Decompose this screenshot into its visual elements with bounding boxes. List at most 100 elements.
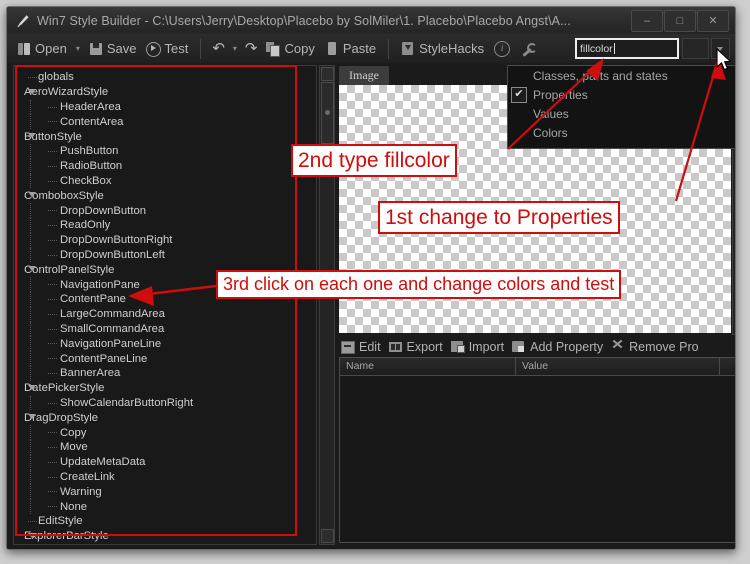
expander-triangle-icon[interactable]: [28, 88, 36, 94]
property-toolbar: Edit Export Import Add Property Remove P…: [337, 337, 735, 357]
scrollbar-thumb[interactable]: [321, 82, 334, 144]
minimize-button[interactable]: –: [631, 9, 663, 32]
tree-item-label: Copy: [60, 426, 87, 439]
tree-connector-line: [48, 284, 57, 286]
tree-item-radiobutton[interactable]: RadioButton: [24, 158, 302, 174]
tree-item-warning[interactable]: Warning: [24, 484, 302, 500]
tree-item-buttonstyle[interactable]: ButtonStyle: [24, 129, 302, 144]
tree-item-label: ShowCalendarButtonRight: [60, 396, 194, 409]
tree-item-headerbackground[interactable]: HeaderBackground: [24, 543, 302, 544]
tree-vertical-line: [30, 277, 31, 292]
export-icon: [388, 340, 403, 354]
search-area: fillcolor: [575, 34, 735, 63]
menu-item-values[interactable]: Values: [508, 104, 735, 123]
export-button[interactable]: Export: [385, 340, 447, 354]
tree-item-dragdropstyle[interactable]: DragDropStyle: [24, 410, 302, 425]
tree-item-editstyle[interactable]: EditStyle: [24, 514, 302, 529]
expander-triangle-icon[interactable]: [28, 133, 36, 139]
tree-item-datepickerstyle[interactable]: DatePickerStyle: [24, 381, 302, 396]
undo-button[interactable]: ↶: [208, 41, 229, 56]
menu-item-colors[interactable]: Colors: [508, 123, 735, 142]
remove-property-button[interactable]: Remove Pro: [607, 340, 702, 354]
tree-item-readonly[interactable]: ReadOnly: [24, 217, 302, 233]
view-options-menu[interactable]: Classes, parts and states ✔ Properties Valu…: [507, 65, 735, 149]
menu-item-properties[interactable]: ✔ Properties: [508, 85, 735, 104]
tree-item-largecommandarea[interactable]: LargeCommandArea: [24, 306, 302, 322]
tree-item-pushbutton[interactable]: PushButton: [24, 143, 302, 159]
tree-item-label: PushButton: [60, 145, 119, 158]
tree-vertical-line: [30, 365, 31, 381]
tree-item-comboboxstyle[interactable]: ComboboxStyle: [24, 188, 302, 203]
close-button[interactable]: ✕: [697, 9, 729, 32]
tree-vertical-scrollbar[interactable]: [319, 65, 335, 545]
tree-item-navigationpaneline[interactable]: NavigationPaneLine: [24, 336, 302, 352]
tree-item-copy[interactable]: Copy: [24, 425, 302, 440]
import-button[interactable]: Import: [447, 340, 508, 354]
checkbox-empty-icon[interactable]: [511, 68, 527, 84]
expander-triangle-icon[interactable]: [28, 532, 36, 538]
paste-button[interactable]: Paste: [320, 37, 381, 60]
tree-item-contentarea[interactable]: ContentArea: [24, 114, 302, 130]
tree-vertical-line: [30, 173, 31, 189]
column-header-name[interactable]: Name: [340, 358, 516, 375]
menu-item-label: Classes, parts and states: [533, 68, 668, 83]
info-button[interactable]: i: [489, 37, 515, 60]
column-header-extra[interactable]: [720, 358, 735, 375]
checkmark-icon[interactable]: ✔: [511, 86, 527, 103]
tree-item-contentpaneline[interactable]: ContentPaneLine: [24, 351, 302, 366]
undo-dropdown-arrow[interactable]: ▾: [229, 44, 241, 53]
test-button[interactable]: Test: [141, 37, 193, 60]
tree-connector-line: [48, 506, 57, 508]
maximize-button[interactable]: □: [664, 9, 696, 32]
expander-triangle-icon[interactable]: [28, 414, 36, 420]
tree-item-bannerarea[interactable]: BannerArea: [24, 365, 302, 381]
open-button[interactable]: Open: [12, 37, 72, 60]
save-button[interactable]: Save: [84, 37, 142, 60]
tree-item-label: Warning: [60, 485, 102, 498]
tab-image[interactable]: Image: [339, 66, 389, 85]
copy-button[interactable]: Copy: [261, 37, 319, 60]
settings-button[interactable]: [515, 37, 539, 60]
checkbox-empty-icon[interactable]: [511, 106, 527, 122]
stylehacks-button[interactable]: StyleHacks: [396, 37, 489, 60]
search-extra-button[interactable]: [682, 38, 709, 59]
expander-triangle-icon[interactable]: [28, 266, 36, 272]
menu-item-classes-parts-and-states[interactable]: Classes, parts and states: [508, 66, 735, 85]
property-grid[interactable]: Name Value: [339, 357, 735, 543]
expander-triangle-icon[interactable]: [28, 192, 36, 198]
tree-item-showcalendarbuttonright[interactable]: ShowCalendarButtonRight: [24, 395, 302, 411]
tree-item-dropdownbuttonleft[interactable]: DropDownButtonLeft: [24, 247, 302, 263]
checkbox-empty-icon[interactable]: [511, 125, 527, 141]
scroll-down-button[interactable]: [321, 529, 334, 543]
tree-item-none[interactable]: None: [24, 499, 302, 514]
tree-item-checkbox[interactable]: CheckBox: [24, 173, 302, 189]
tree-connector-line: [48, 106, 57, 108]
tree-vertical-line: [30, 217, 31, 233]
style-tree[interactable]: globals AeroWizardStyle HeaderArea ContentA…: [24, 70, 302, 544]
tree-item-explorerbarstyle[interactable]: ExplorerBarStyle: [24, 529, 302, 544]
edit-button[interactable]: Edit: [337, 340, 385, 354]
redo-button[interactable]: ↷: [241, 41, 262, 56]
main-toolbar: Open ▾ Save Test ↶ ▾ ↷ Copy Paste StyleH…: [7, 34, 735, 64]
tree-vertical-line: [30, 158, 31, 174]
tree-item-move[interactable]: Move: [24, 439, 302, 455]
tree-item-dropdownbutton[interactable]: DropDownButton: [24, 203, 302, 218]
tree-item-createlink[interactable]: CreateLink: [24, 469, 302, 485]
add-property-button[interactable]: Add Property: [508, 340, 607, 354]
tree-item-aerowizardstyle[interactable]: AeroWizardStyle: [24, 85, 302, 100]
search-input[interactable]: fillcolor: [575, 38, 679, 59]
style-tree-panel[interactable]: globals AeroWizardStyle HeaderArea ContentA…: [13, 65, 317, 545]
tree-item-globals[interactable]: globals: [24, 70, 302, 85]
tree-connector-line: [48, 239, 57, 241]
toolbar-separator-1: [200, 38, 202, 59]
tree-item-headerarea[interactable]: HeaderArea: [24, 99, 302, 115]
expander-triangle-icon[interactable]: [28, 384, 36, 390]
tree-item-dropdownbuttonright[interactable]: DropDownButtonRight: [24, 232, 302, 248]
column-header-value[interactable]: Value: [516, 358, 720, 375]
open-dropdown-arrow[interactable]: ▾: [72, 44, 84, 53]
tree-item-updatemetadata[interactable]: UpdateMetaData: [24, 454, 302, 470]
tree-item-label: Move: [60, 441, 88, 454]
scroll-up-button[interactable]: [321, 67, 334, 81]
tree-vertical-line: [30, 351, 31, 366]
tree-item-smallcommandarea[interactable]: SmallCommandArea: [24, 321, 302, 337]
